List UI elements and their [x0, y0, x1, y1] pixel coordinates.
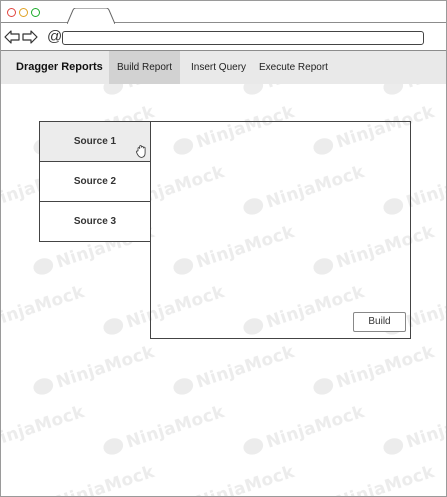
ninjamock-logo-icon: [101, 435, 126, 458]
watermark-text: NinjaMock: [381, 402, 446, 460]
watermark-text: NinjaMock: [171, 462, 297, 496]
watermark-text: NinjaMock: [171, 342, 297, 400]
drag-hand-icon[interactable]: [136, 145, 148, 158]
source-item-3[interactable]: Source 3: [40, 202, 150, 242]
nav-insert-query[interactable]: Insert Query: [183, 51, 254, 84]
source-item-1[interactable]: Source 1: [40, 122, 150, 162]
watermark-text: NinjaMock: [101, 402, 227, 460]
app-navbar: Dragger Reports Build Report Insert Quer…: [1, 51, 446, 84]
url-input[interactable]: [62, 31, 424, 45]
nav-build-report[interactable]: Build Report: [109, 51, 181, 84]
report-build-canvas[interactable]: [150, 121, 411, 339]
ninjamock-logo-icon: [31, 375, 56, 398]
ninjamock-logo-icon: [311, 375, 336, 398]
source-list: Source 1 Source 2 Source 3: [39, 121, 151, 242]
ninjamock-logo-icon: [31, 255, 56, 278]
watermark-text: NinjaMock: [311, 462, 437, 496]
source-item-2[interactable]: Source 2: [40, 162, 150, 202]
brand-title: Dragger Reports: [16, 61, 103, 73]
watermark-text: NinjaMock: [31, 342, 157, 400]
watermark-text: NinjaMock: [0, 281, 88, 333]
ninjamock-logo-icon: [101, 315, 126, 338]
nav-execute-report[interactable]: Execute Report: [251, 51, 336, 84]
browser-window: NinjaMock NinjaMock NinjaMock NinjaMock Ninj…: [0, 0, 447, 497]
ninjamock-logo-icon: [381, 435, 406, 458]
browser-tab[interactable]: [67, 8, 115, 24]
address-bar: @: [1, 24, 446, 51]
ninjamock-logo-icon: [171, 375, 196, 398]
back-arrow-icon[interactable]: [4, 30, 20, 44]
watermark-text: NinjaMock: [0, 401, 88, 453]
close-window-button[interactable]: [7, 8, 16, 17]
watermark-text: NinjaMock: [31, 462, 157, 496]
watermark-text: NinjaMock: [241, 402, 367, 460]
ninjamock-logo-icon: [241, 435, 266, 458]
title-bar: [1, 1, 446, 24]
build-button[interactable]: Build: [353, 312, 406, 332]
at-icon: @: [47, 28, 63, 45]
minimize-window-button[interactable]: [19, 8, 28, 17]
maximize-window-button[interactable]: [31, 8, 40, 17]
forward-arrow-icon[interactable]: [22, 30, 38, 44]
watermark-text: NinjaMock: [311, 342, 437, 400]
